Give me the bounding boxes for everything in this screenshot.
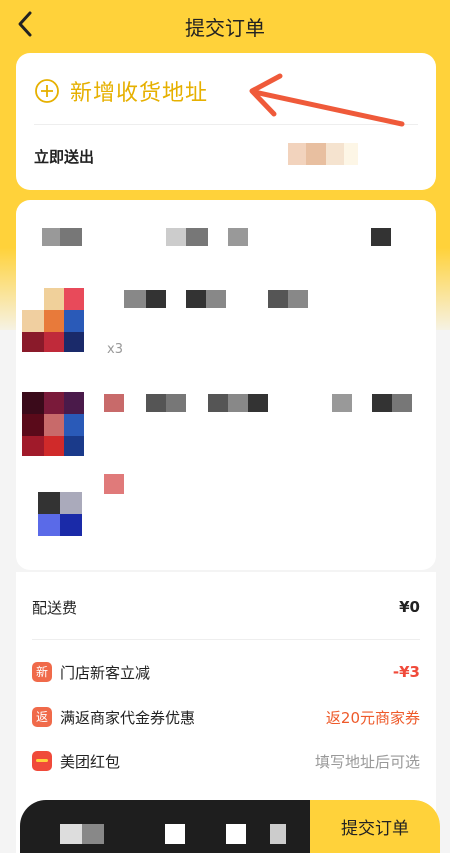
delivery-fee-value: ¥0 (399, 598, 420, 616)
deliver-time-blurred[interactable] (288, 143, 358, 165)
annotation-arrow-icon (249, 73, 405, 127)
new-customer-badge: 新 (32, 662, 52, 682)
redpacket-row[interactable]: 美团红包 填写地址后可选 (32, 746, 420, 776)
submit-order-button[interactable]: 提交订单 (310, 800, 440, 853)
add-address-label: 新增收货地址 (70, 81, 209, 106)
delivery-fee-label: 配送费 (32, 598, 78, 617)
product-quantity: x3 (107, 342, 123, 357)
new-customer-label: 门店新客立减 (60, 663, 151, 682)
new-customer-row: 新 门店新客立减 -¥3 (32, 657, 420, 687)
blurred-total-price (20, 800, 310, 853)
page-title: 提交订单 (185, 16, 265, 40)
coupon-row[interactable]: 返 满返商家代金券优惠 返20元商家券 (32, 702, 420, 732)
product-image-3[interactable] (38, 492, 88, 538)
product-image-1[interactable] (22, 288, 92, 354)
goods-card: x3 (16, 200, 436, 570)
coupon-label: 满返商家代金券优惠 (60, 708, 196, 727)
circle-plus-icon (35, 79, 59, 103)
delivery-fee-row: 配送费 ¥0 (32, 592, 420, 622)
blurred-product-name-1 (116, 286, 316, 312)
blurred-product-name-2 (100, 390, 430, 416)
product-image-2[interactable] (22, 392, 92, 458)
navbar: 提交订单 (0, 0, 450, 48)
new-customer-value: -¥3 (392, 663, 420, 681)
redpacket-label: 美团红包 (60, 752, 121, 771)
deliver-now-label: 立即送出 (34, 148, 95, 166)
blurred-shop-name (16, 200, 436, 260)
coupon-badge: 返 (32, 707, 52, 727)
bottom-bar: 提交订单 (20, 800, 440, 853)
add-address-button[interactable]: 新增收货地址 (34, 73, 208, 109)
redpacket-value: 填写地址后可选 (314, 752, 420, 771)
red-packet-icon (32, 751, 52, 771)
coupon-value: 返20元商家券 (325, 708, 420, 727)
divider (32, 639, 420, 640)
blurred-product-name-3 (104, 474, 144, 504)
